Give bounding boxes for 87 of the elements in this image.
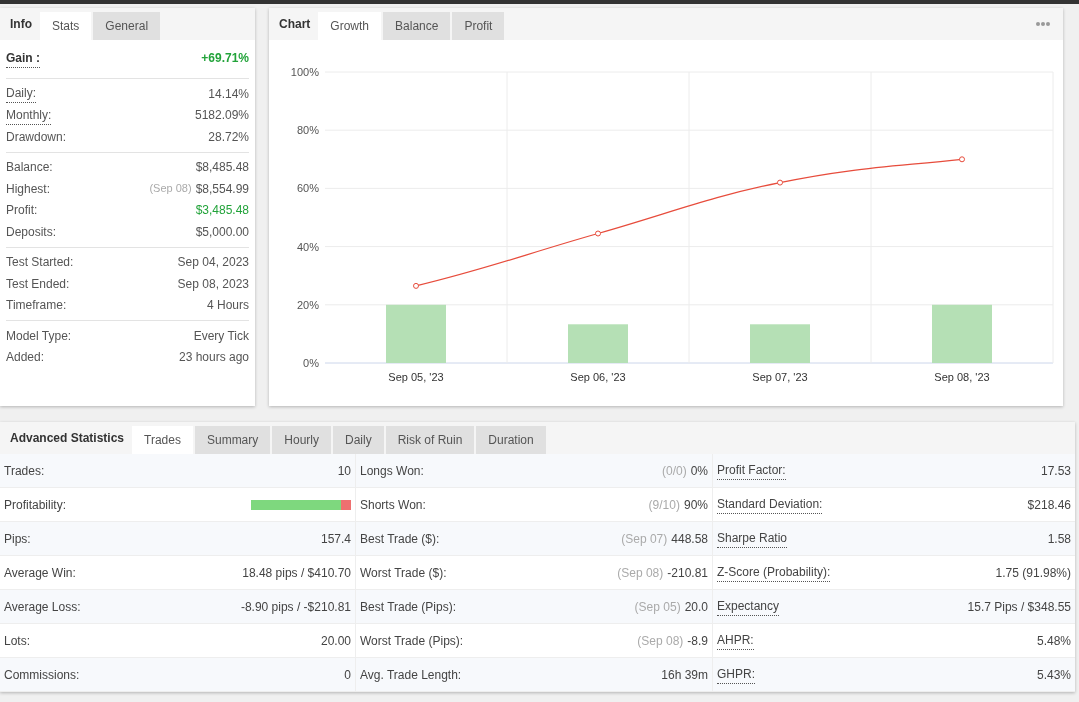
- stat-value: $8,485.48: [195, 159, 249, 177]
- stat-label: GHPR:: [717, 665, 755, 684]
- stat-label: Commissions:: [4, 666, 80, 684]
- stat-value: 5.43%: [1036, 666, 1071, 684]
- stat-value: Sep 04, 2023: [177, 254, 249, 272]
- stat-label: Best Trade ($):: [360, 530, 440, 548]
- stat-note: (0/0): [661, 462, 687, 480]
- stat-value: 157.4: [320, 530, 351, 548]
- panel-title: Advanced Statistics: [9, 430, 126, 447]
- stat-note: (Sep 08): [149, 180, 192, 196]
- stat-value: 14.14%: [208, 85, 249, 103]
- stat-value: 4 Hours: [207, 297, 249, 315]
- stat-value: -8.90 pips / -$210.81: [240, 598, 351, 616]
- stat-value: $8,554.99: [195, 180, 249, 198]
- stat-value: -8.9: [687, 632, 708, 650]
- stat-value: 28.72%: [208, 128, 249, 146]
- stat-label: Highest:: [6, 180, 51, 198]
- y-axis-label: 60%: [297, 182, 319, 195]
- x-axis-label: Sep 06, '23: [570, 371, 626, 383]
- stat-label: Standard Deviation:: [717, 495, 823, 514]
- y-axis-label: 80%: [297, 124, 319, 137]
- stat-value: 20.00: [320, 632, 351, 650]
- stat-value: 15.7 Pips / $348.55: [967, 598, 1071, 616]
- stat-label: Model Type:: [6, 327, 72, 345]
- stat-value: 90%: [683, 496, 708, 514]
- stat-value: -210.81: [667, 564, 708, 582]
- stat-note: (Sep 07): [621, 530, 668, 548]
- x-axis-label: Sep 05, '23: [388, 371, 444, 383]
- stat-label: Test Ended:: [6, 275, 70, 293]
- stat-value: 5.48%: [1036, 632, 1071, 650]
- stat-label: Longs Won:: [360, 462, 424, 480]
- panel-title: Chart: [278, 16, 312, 33]
- stat-label: Expectancy: [717, 597, 780, 616]
- stat-label: Trades:: [4, 462, 45, 480]
- stat-value: 5182.09%: [194, 107, 249, 125]
- stat-value: 10: [337, 462, 351, 480]
- stat-value: +69.71%: [201, 50, 249, 67]
- x-axis-label: Sep 07, '23: [752, 371, 808, 383]
- stat-value: 1.75 (91.98%): [995, 564, 1071, 582]
- stat-label: Profit:: [6, 202, 38, 220]
- stat-label: Average Win:: [4, 564, 76, 582]
- stat-value: Sep 08, 2023: [177, 275, 249, 293]
- stat-value: 23 hours ago: [178, 349, 249, 367]
- stat-label: Added:: [6, 349, 45, 367]
- stat-label: Gain :: [6, 48, 40, 68]
- stat-note: (Sep 08): [637, 632, 684, 650]
- y-axis-label: 20%: [297, 298, 319, 311]
- stat-value: 448.58: [671, 530, 708, 548]
- stat-label: Monthly:: [6, 105, 52, 125]
- stat-label: Z-Score (Probability):: [717, 563, 831, 582]
- stat-label: Sharpe Ratio: [717, 529, 788, 548]
- stat-label: Daily:: [6, 84, 36, 104]
- y-axis-label: 40%: [297, 240, 319, 253]
- stat-value: 20.0: [684, 598, 708, 616]
- stat-label: AHPR:: [717, 631, 754, 650]
- stat-value: $218.46: [1027, 496, 1071, 514]
- panel-title: Info: [9, 16, 33, 33]
- stat-label: Worst Trade (Pips):: [360, 632, 464, 650]
- stat-value: 17.53: [1040, 462, 1071, 480]
- stat-value: 1.58: [1047, 530, 1071, 548]
- stat-label: Balance:: [6, 159, 53, 177]
- stat-label: Avg. Trade Length:: [360, 666, 462, 684]
- stat-label: Shorts Won:: [360, 496, 426, 514]
- stat-label: Profit Factor:: [717, 461, 786, 480]
- stat-label: Lots:: [4, 632, 30, 650]
- stat-note: (9/10): [648, 496, 680, 514]
- stat-note: (Sep 05): [634, 598, 681, 616]
- stat-label: Deposits:: [6, 223, 57, 241]
- y-axis-label: 0%: [303, 357, 319, 369]
- stat-value: $3,485.48: [195, 202, 249, 220]
- stat-value: Every Tick: [193, 327, 249, 345]
- stat-label: Pips:: [4, 530, 31, 548]
- x-axis-label: Sep 08, '23: [934, 371, 990, 383]
- stat-value: 18.48 pips / $410.70: [242, 564, 351, 582]
- stat-label: Average Loss:: [4, 598, 81, 616]
- stat-note: (Sep 08): [617, 564, 664, 582]
- y-axis-label: 100%: [290, 66, 319, 78]
- stat-value: 0: [344, 666, 351, 684]
- stat-value: $5,000.00: [195, 223, 249, 241]
- stat-label: Profitability:: [4, 496, 67, 514]
- stat-label: Timeframe:: [6, 297, 67, 315]
- stat-value: 0%: [690, 462, 708, 480]
- stat-value: 16h 39m: [661, 666, 708, 684]
- stat-label: Worst Trade ($):: [360, 564, 447, 582]
- stat-label: Drawdown:: [6, 128, 67, 146]
- stat-label: Test Started:: [6, 254, 74, 272]
- stat-label: Best Trade (Pips):: [360, 598, 457, 616]
